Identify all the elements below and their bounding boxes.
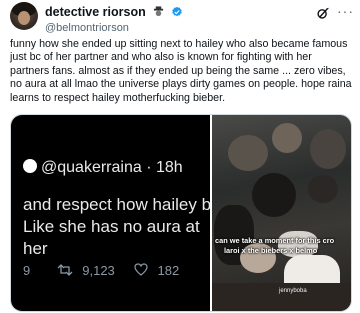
quoted-retweet-count: 9,123 — [82, 263, 115, 278]
verified-badge-icon — [171, 6, 182, 17]
quoted-action-bar: 9 9,123 182 — [23, 263, 179, 278]
author-handle[interactable]: @belmontriorson — [45, 22, 183, 35]
video-caption-line-1: can we take a moment for this cro — [215, 236, 335, 245]
crowd-shape — [228, 135, 268, 171]
quoted-line-1: and respect how hailey b — [23, 195, 212, 214]
tweet-media[interactable]: @quakerraina · 18h and respect how haile… — [10, 114, 352, 312]
crowd-shape — [252, 173, 296, 217]
crowd-shape — [272, 123, 302, 153]
quoted-line-2: Like she has no aura at — [23, 217, 200, 236]
quoted-header: @quakerraina · 18h — [23, 159, 183, 177]
more-options-icon[interactable]: ··· — [337, 4, 353, 21]
media-screenshot-left[interactable]: @quakerraina · 18h and respect how haile… — [11, 115, 212, 311]
quoted-like-count: 182 — [157, 263, 180, 278]
grok-icon[interactable] — [316, 6, 330, 20]
crowd-shape — [308, 175, 338, 203]
author-avatar[interactable] — [10, 2, 38, 30]
video-watermark: jennyboba — [279, 288, 307, 294]
crowd-shape — [310, 129, 346, 169]
author-header: detective riorson @belmontriorson — [45, 3, 183, 35]
quoted-avatar-icon — [23, 159, 37, 173]
heart-icon — [134, 263, 148, 276]
quoted-handle: @quakerraina — [41, 159, 142, 176]
video-caption-line-2: laroi x the biebers x belmo — [224, 246, 318, 255]
retweet-icon — [57, 264, 73, 276]
detective-emoji-icon — [154, 6, 164, 17]
tweet-text: funny how she ended up sitting next to h… — [10, 38, 352, 104]
media-photo-right[interactable]: can we take a moment for this cro laroi … — [212, 115, 351, 311]
quoted-reply-count: 9 — [23, 263, 31, 278]
quoted-time: · 18h — [146, 159, 183, 176]
author-display-name[interactable]: detective riorson — [45, 5, 146, 19]
quoted-line-3: her — [23, 239, 48, 258]
